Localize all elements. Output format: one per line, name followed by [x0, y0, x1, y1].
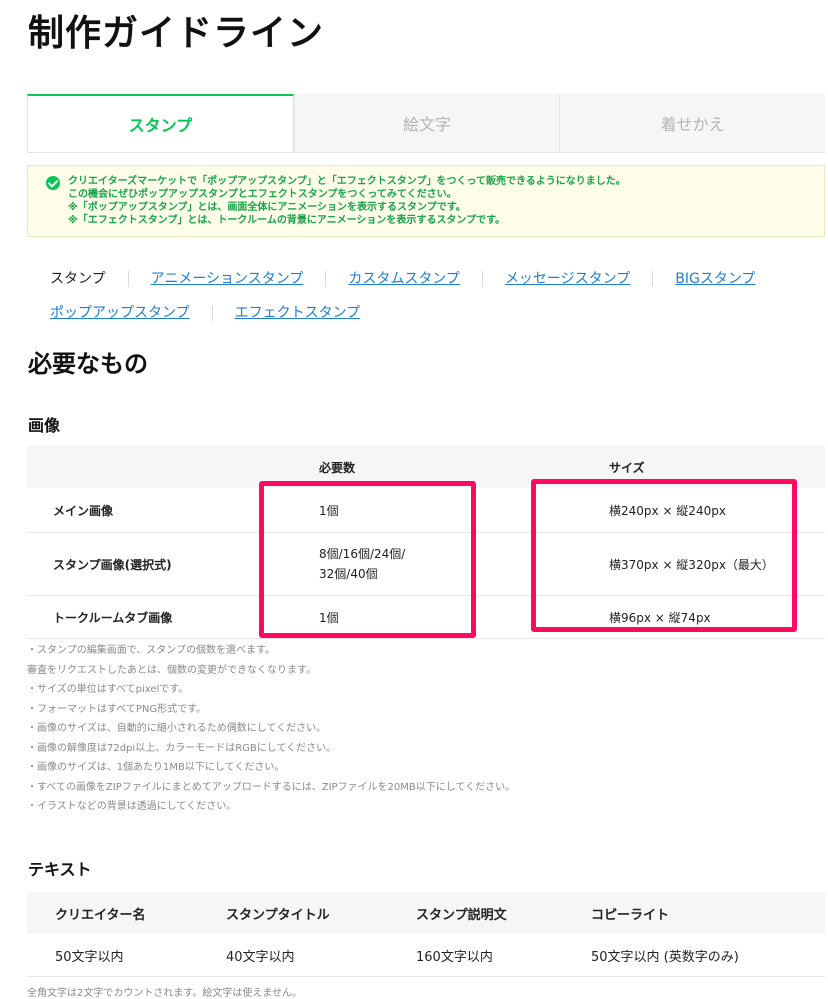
image-notes: ・スタンプの編集画面で、スタンプの個数を選べます。 審査をリクエストしたあとは、… — [27, 641, 515, 817]
note-item: ・すべての画像をZIPファイルにまとめてアップロードするには、ZIPファイルを2… — [27, 781, 516, 793]
note-item: ・サイズの単位はすべてpixelです。 — [27, 684, 189, 695]
subnav-link-custom[interactable]: カスタムスタンプ — [348, 262, 460, 296]
divider — [652, 271, 654, 287]
table-cell: 50文字以内 (英数字のみ) — [563, 934, 825, 977]
divider — [325, 271, 327, 287]
column-header: スタンプタイトル — [198, 892, 388, 934]
column-header: クリエイター名 — [27, 892, 198, 934]
table-cell: 160文字以内 — [388, 934, 563, 977]
note-item: 審査をリクエストしたあとは、個数の変更ができなくなります。 — [27, 664, 316, 676]
table-header-row: クリエイター名 スタンプタイトル スタンプ説明文 コピーライト — [27, 892, 825, 934]
subnav-link-effect[interactable]: エフェクトスタンプ — [235, 296, 361, 330]
row-label: トークルームタブ画像 — [27, 595, 289, 639]
row-label: スタンプ画像(選択式) — [27, 532, 289, 596]
size-highlight-box — [531, 479, 797, 632]
note-item: ・イラストなどの背景は透過にしてください。 — [27, 801, 237, 812]
table-row: 50文字以内 40文字以内 160文字以内 50文字以内 (英数字のみ) — [27, 934, 825, 977]
page-title: 制作ガイドライン — [28, 13, 325, 54]
subnav-link-big[interactable]: BIGスタンプ — [675, 262, 755, 296]
divider — [481, 271, 483, 287]
text-footnote: 全角文字は2文字でカウントされます。絵文字は使えません。 — [27, 988, 303, 999]
column-header: スタンプ説明文 — [388, 892, 563, 934]
check-circle-icon — [46, 176, 60, 190]
row-label: メイン画像 — [27, 488, 289, 533]
subnav-link-message[interactable]: メッセージスタンプ — [505, 262, 630, 296]
note-item: ・スタンプの編集画面で、スタンプの個数を選べます。 — [27, 645, 275, 656]
text-requirements-table: クリエイター名 スタンプタイトル スタンプ説明文 コピーライト 50文字以内 4… — [27, 892, 825, 977]
table-cell: 50文字以内 — [27, 934, 198, 977]
section-title: 必要なもの — [28, 350, 148, 378]
text-heading: テキスト — [28, 860, 92, 879]
tab-emoji[interactable]: 絵文字 — [293, 94, 560, 152]
note-item: ・画像の解像度は72dpi以上、カラーモードはRGBにしてください。 — [27, 742, 337, 754]
tab-stamp[interactable]: スタンプ — [27, 94, 294, 152]
column-header: コピーライト — [563, 892, 825, 934]
notice-line: ※「ポップアップスタンプ」とは、画面全体にアニメーションを表示するスタンプです。 — [68, 202, 466, 213]
divider — [211, 305, 213, 321]
column-header — [27, 446, 289, 488]
notice-line: ※「エフェクトスタンプ」とは、トークルームの背景にアニメーションを表示するスタン… — [68, 215, 506, 226]
count-highlight-box — [259, 481, 476, 638]
divider — [127, 271, 129, 287]
sticker-type-nav: スタンプ アニメーションスタンプ カスタムスタンプ メッセージスタンプ BIGス… — [50, 262, 820, 330]
notice-box: クリエイターズマーケットで「ポップアップスタンプ」と「エフェクトスタンプ」をつく… — [27, 165, 825, 237]
notice-line: クリエイターズマーケットで「ポップアップスタンプ」と「エフェクトスタンプ」をつく… — [68, 176, 626, 187]
note-item: ・画像のサイズは、自動的に縮小されるため偶数にしてください。 — [27, 723, 327, 734]
subnav-item-stamp: スタンプ — [50, 271, 106, 287]
subnav-link-popup[interactable]: ポップアップスタンプ — [50, 296, 190, 330]
tab-theme[interactable]: 着せかえ — [559, 94, 826, 152]
images-heading: 画像 — [28, 416, 61, 435]
tab-bar: スタンプ 絵文字 着せかえ — [27, 94, 826, 153]
notice-line: この機会にぜひポップアップスタンプとエフェクトスタンプをつくってみてください。 — [68, 189, 457, 200]
note-item: ・画像のサイズは、1個あたり1MB以下にしてください。 — [27, 762, 285, 773]
note-item: ・フォーマットはすべてPNG形式です。 — [27, 703, 207, 715]
table-cell: 40文字以内 — [198, 934, 388, 977]
subnav-link-animation[interactable]: アニメーションスタンプ — [151, 262, 304, 296]
